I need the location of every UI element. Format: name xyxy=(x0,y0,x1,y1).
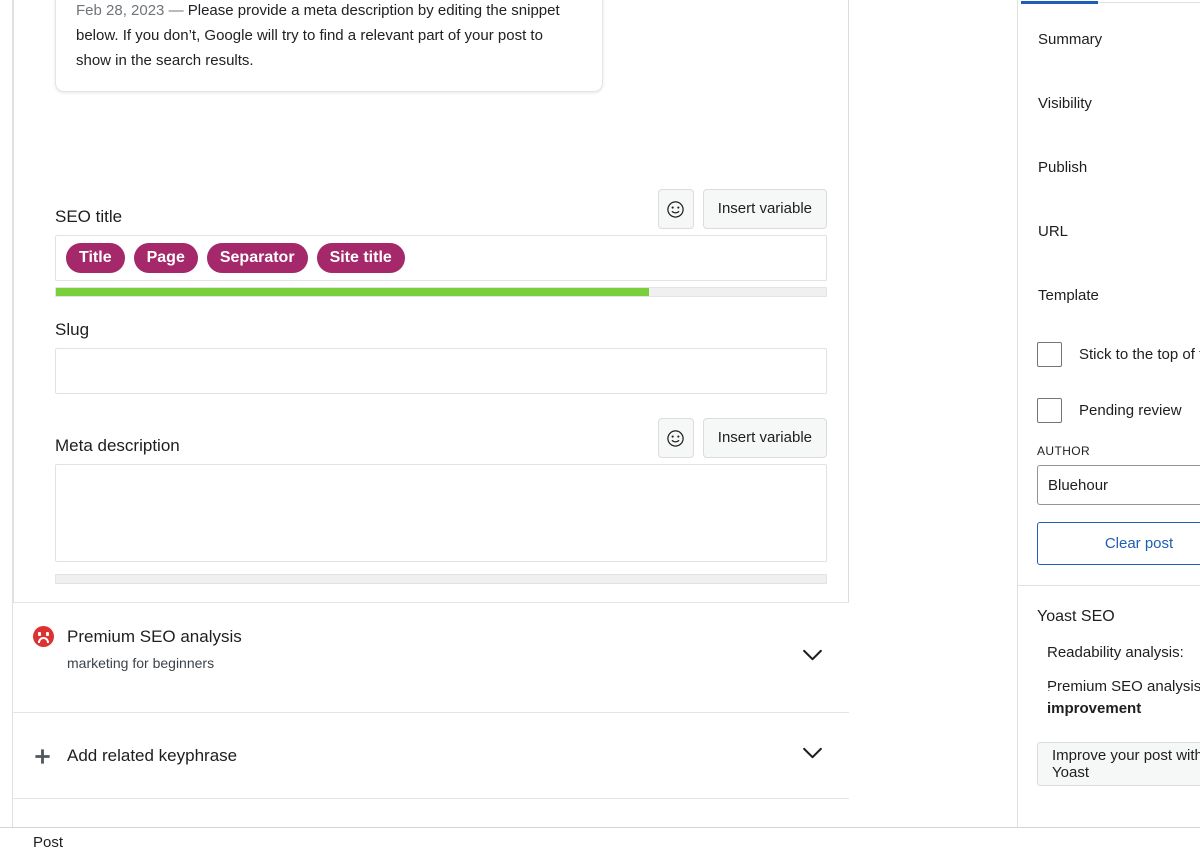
sidebar-item-url[interactable]: URL xyxy=(1018,199,1200,263)
accordion-premium-seo-analysis[interactable]: Premium SEO analysis marketing for begin… xyxy=(13,603,849,713)
seo-title-input[interactable]: Title Page Separator Site title xyxy=(55,235,827,281)
chevron-down-icon[interactable] xyxy=(802,747,823,765)
slug-label: Slug xyxy=(55,320,90,339)
document-sidebar: Summary Visibility Publish URL Template … xyxy=(1017,0,1200,827)
variable-pill-site-title[interactable]: Site title xyxy=(316,243,405,273)
pending-review-row[interactable]: Pending review xyxy=(1018,382,1200,438)
variable-pill-title[interactable]: Title xyxy=(66,243,125,273)
insert-variable-button-title[interactable]: Insert variable xyxy=(702,189,827,229)
seo-title-tools: Insert variable xyxy=(657,189,827,229)
meta-description-header: Meta description Insert variable xyxy=(55,418,827,464)
accordion-title: Premium SEO analysis xyxy=(67,627,242,646)
pending-review-label: Pending review xyxy=(1079,401,1182,419)
slug-field-block: Slug xyxy=(55,316,827,394)
variable-pill-page[interactable]: Page xyxy=(133,243,198,273)
readability-score-text: Readability analysis: xyxy=(1047,644,1184,661)
sidebar-nav-list: Summary Visibility Publish URL Template xyxy=(1018,0,1200,327)
plus-icon xyxy=(33,746,67,766)
sidebar-item-visibility[interactable]: Visibility xyxy=(1018,71,1200,135)
snippet-date: Feb 28, 2023 xyxy=(76,2,165,19)
clear-post-section: Clear post xyxy=(1018,522,1200,586)
author-select[interactable]: Bluehour xyxy=(1037,465,1200,505)
premium-seo-score-row[interactable]: Premium SEO analysis: Needs improvement xyxy=(1018,670,1200,726)
sidebar-item-summary[interactable]: Summary xyxy=(1018,7,1200,71)
author-section: AUTHOR Bluehour xyxy=(1018,444,1200,505)
insert-variable-button-meta[interactable]: Insert variable xyxy=(702,418,827,458)
smiley-icon xyxy=(666,200,685,219)
bottom-bar-post-label[interactable]: Post xyxy=(33,834,63,851)
bad-face-icon xyxy=(33,625,67,647)
smiley-icon xyxy=(666,429,685,448)
author-select-value: Bluehour xyxy=(1048,476,1109,494)
sidebar-item-label: Summary xyxy=(1038,30,1103,48)
accordion-texts: Add related keyphrase xyxy=(67,744,829,768)
sidebar-item-template[interactable]: Template xyxy=(1018,263,1200,327)
meta-description-label: Meta description xyxy=(55,436,180,455)
yoast-panel-title: Yoast SEO xyxy=(1037,608,1115,625)
seo-title-progress-fill xyxy=(56,288,649,296)
google-snippet-preview: Marketing for Beginners - Bluehour Digit… xyxy=(55,0,603,92)
meta-description-progress-bar xyxy=(55,574,827,584)
clear-post-button[interactable]: Clear post xyxy=(1037,522,1200,565)
yoast-seo-editor-screen: Marketing for Beginners - Bluehour Digit… xyxy=(0,0,1200,856)
meta-description-field-block: Meta description Insert variable xyxy=(55,418,827,584)
sidebar-item-label: URL xyxy=(1038,222,1069,240)
active-tab-indicator xyxy=(1021,1,1098,4)
sticky-post-label: Stick to the top of the blog xyxy=(1079,345,1200,363)
meta-description-tools: Insert variable xyxy=(657,418,827,458)
sidebar-item-label: Publish xyxy=(1038,158,1088,176)
pending-review-checkbox[interactable] xyxy=(1037,397,1062,423)
improve-post-button[interactable]: Improve your post with Yoast xyxy=(1037,742,1200,786)
seo-title-header: SEO title Insert variable xyxy=(55,189,827,235)
author-kicker: AUTHOR xyxy=(1037,444,1091,458)
snippet-description: Feb 28, 2023 — Please provide a meta des… xyxy=(76,0,582,73)
bottom-status-bar: Post xyxy=(0,827,1200,856)
premium-seo-score-main: Premium SEO analysis: Needs xyxy=(1047,678,1200,695)
smiley-icon-button-meta[interactable] xyxy=(657,418,694,458)
chevron-down-icon[interactable] xyxy=(802,649,823,667)
premium-seo-score-emphasis: improvement xyxy=(1047,700,1142,717)
yoast-seo-panel: Yoast SEO Readability analysis: Premium … xyxy=(1018,586,1200,786)
smiley-icon-button-title[interactable] xyxy=(657,189,694,229)
left-gutter xyxy=(0,0,13,827)
seo-analysis-accordion: Premium SEO analysis marketing for begin… xyxy=(13,602,849,856)
meta-description-input[interactable] xyxy=(55,464,827,562)
sidebar-item-label: Visibility xyxy=(1038,94,1092,112)
slug-header: Slug xyxy=(55,316,827,348)
slug-input[interactable] xyxy=(55,348,827,394)
seo-title-label: SEO title xyxy=(55,207,123,226)
sidebar-item-label: Template xyxy=(1038,286,1099,304)
sidebar-item-publish[interactable]: Publish xyxy=(1018,135,1200,199)
sticky-post-checkbox[interactable] xyxy=(1037,341,1062,367)
premium-seo-score-text: Premium SEO analysis: Needs improvement xyxy=(1047,676,1200,720)
accordion-subtitle: marketing for beginners xyxy=(67,655,215,671)
sticky-post-row[interactable]: Stick to the top of the blog xyxy=(1018,326,1200,382)
sidebar-options: Stick to the top of the blog Pending rev… xyxy=(1018,326,1200,438)
snippet-dash: — xyxy=(168,2,184,19)
accordion-title: Add related keyphrase xyxy=(67,745,238,765)
readability-score-row[interactable]: Readability analysis: xyxy=(1018,642,1200,670)
seo-title-progress-bar xyxy=(55,287,827,297)
accordion-add-related-keyphrase[interactable]: Add related keyphrase xyxy=(13,713,849,799)
seo-title-field-block: SEO title Insert variable Title Page Sep… xyxy=(55,189,827,297)
variable-pill-separator[interactable]: Separator xyxy=(206,243,308,273)
accordion-texts: Premium SEO analysis marketing for begin… xyxy=(67,625,829,674)
